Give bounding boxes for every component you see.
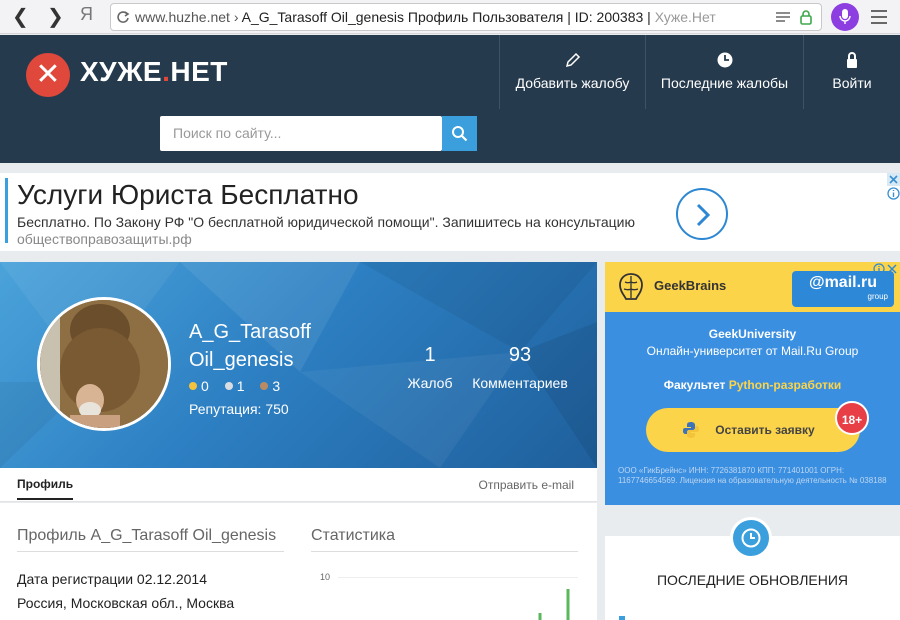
apply-button[interactable]: Оставить заявку — [646, 408, 860, 452]
ad-banner[interactable]: Услуги Юриста Бесплатно Бесплатно. По За… — [0, 173, 900, 251]
reputation: Репутация: 750 — [189, 401, 289, 417]
stat-complaints[interactable]: 1 Комментариев Жалоб — [405, 344, 455, 391]
silver-medal-count: 1 — [236, 378, 245, 394]
ad-legal-text: ООО «ГикБрейнс» ИНН: 7726381870 КПП: 771… — [618, 466, 887, 485]
profile-section-title: Профиль A_G_Tarasoff Oil_genesis — [17, 527, 284, 552]
geekbrains-brand: GeekBrains — [654, 278, 727, 293]
search-button[interactable] — [442, 116, 477, 151]
ad-url[interactable]: обществоправозащиты.рф — [17, 231, 192, 247]
profile-banner: A_G_Tarasoff Oil_genesis 0 1 3 Репутация… — [0, 262, 597, 468]
avatar-photo — [40, 300, 168, 428]
stat-complaints-label-text: Жалоб — [407, 375, 453, 391]
nav-latest-complaints[interactable]: Последние жалобы — [645, 35, 803, 109]
send-email-link[interactable]: Отправить e-mail — [478, 478, 574, 492]
nav-add-complaint[interactable]: Добавить жалобу — [499, 35, 645, 109]
profile-content: Профиль A_G_Tarasoff Oil_genesis Статист… — [0, 503, 597, 620]
ad-open-button[interactable] — [676, 188, 728, 240]
back-icon[interactable]: ❮ — [12, 4, 29, 29]
clock-icon — [717, 52, 732, 68]
ad-text: Бесплатно. По Закону РФ "О бесплатной юр… — [17, 214, 635, 230]
sidebar-ad-header: GeekBrains @mail.ru group — [605, 262, 900, 312]
chart-y-tick: 10 — [320, 572, 331, 582]
tab-profile[interactable]: Профиль — [17, 477, 74, 500]
microphone-icon — [839, 9, 851, 24]
statistics-chart — [338, 577, 578, 620]
mailru-logo: @mail.ru group — [792, 271, 894, 307]
nav-login[interactable]: Войти — [803, 35, 900, 109]
voice-assistant-button[interactable] — [831, 3, 859, 31]
mailru-logo-sub: group — [867, 292, 888, 301]
nav-login-label: Войти — [832, 75, 872, 91]
logo-icon[interactable]: ✕ — [26, 53, 70, 97]
yandex-icon[interactable]: Я — [80, 4, 93, 25]
address-bar[interactable]: www.huzhe.net › A_G_Tarasoff Oil_genesis… — [110, 3, 822, 31]
clock-icon — [741, 528, 761, 548]
registration-date: Дата регистрации 02.12.2014 — [17, 571, 207, 587]
brain-icon — [619, 273, 643, 300]
ad-info-icon[interactable] — [887, 187, 900, 200]
username: A_G_Tarasoff Oil_genesis — [189, 318, 311, 374]
site-search-input[interactable]: Поиск по сайту... — [160, 116, 442, 151]
bronze-medal-icon — [260, 382, 269, 390]
bronze-medal-count: 3 — [272, 378, 281, 394]
latest-updates-title: ПОСЛЕДНИЕ ОБНОВЛЕНИЯ — [656, 572, 849, 588]
reader-mode-icon[interactable] — [775, 10, 791, 24]
refresh-icon[interactable] — [116, 10, 130, 24]
username-line-1: A_G_Tarasoff — [189, 321, 311, 343]
site-logo[interactable]: ХУЖЕ.НЕТ — [80, 56, 228, 88]
updates-list-marker — [619, 616, 625, 620]
ad-faculty-highlight: Python-разработки — [728, 378, 842, 392]
url-separator: › — [229, 9, 242, 25]
site-header: ✕ ХУЖЕ.НЕТ Добавить жалобу Последние жал… — [0, 35, 900, 163]
stat-complaints-count: 1 — [424, 344, 436, 366]
python-icon — [683, 422, 699, 438]
url-page-title-faded: Хуже.Нет — [654, 9, 716, 25]
statistics-section-title: Статистика — [311, 527, 578, 552]
username-line-2: Oil_genesis — [189, 349, 294, 371]
medal-counts: 0 1 3 — [189, 378, 280, 394]
logo-text-main: ХУЖЕ — [80, 56, 163, 87]
lock-secure-icon[interactable] — [799, 9, 813, 25]
pencil-icon — [565, 52, 580, 68]
silver-medal-icon — [224, 382, 233, 390]
url-domain: www.huzhe.net — [135, 9, 230, 25]
logo-text-tail: НЕТ — [170, 56, 228, 87]
lock-icon — [847, 52, 857, 68]
ad-university-tagline: Онлайн-университет от Mail.Ru Group — [646, 344, 859, 358]
nav-add-complaint-label: Добавить жалобу — [515, 75, 630, 91]
nav-latest-complaints-label: Последние жалобы — [660, 75, 789, 91]
ad-university-name: GeekUniversity — [708, 327, 797, 341]
ad-accent-stripe — [5, 178, 8, 243]
ad-close-icon[interactable] — [887, 173, 900, 186]
updates-clock-badge — [730, 517, 772, 559]
mailru-logo-text: @mail.ru — [808, 274, 878, 291]
age-rating-badge: 18+ — [835, 401, 869, 435]
chevron-right-icon — [696, 203, 711, 227]
url-page-title: A_G_Tarasoff Oil_genesis Профиль Пользов… — [241, 9, 655, 25]
stat-comments-count: 93 — [508, 344, 532, 366]
ad-faculty: Факультет Python-разработки — [605, 378, 900, 392]
gold-medal-count: 0 — [201, 378, 209, 394]
gold-medal-icon — [189, 382, 197, 390]
profile-tabs: Профиль Отправить e-mail — [0, 468, 597, 502]
search-icon — [452, 126, 468, 142]
forward-icon[interactable]: ❯ — [47, 4, 64, 29]
user-avatar[interactable] — [37, 297, 171, 431]
ad-title[interactable]: Услуги Юриста Бесплатно — [17, 179, 359, 211]
stat-comments-label: Комментариев — [472, 375, 568, 391]
sidebar-ad[interactable]: GeekBrains @mail.ru group GeekUniversity… — [605, 262, 900, 505]
apply-button-label: Оставить заявку — [715, 423, 815, 437]
user-location: Россия, Московская обл., Москва — [17, 595, 235, 611]
ad-faculty-prefix: Факультет — [663, 378, 729, 392]
menu-icon[interactable] — [870, 9, 888, 25]
ad-controls-icon[interactable] — [873, 263, 899, 275]
browser-toolbar: ❮ ❯ Я www.huzhe.net › A_G_Tarasoff Oil_g… — [0, 0, 900, 34]
stat-comments[interactable]: 93 Комментариев — [470, 344, 570, 391]
